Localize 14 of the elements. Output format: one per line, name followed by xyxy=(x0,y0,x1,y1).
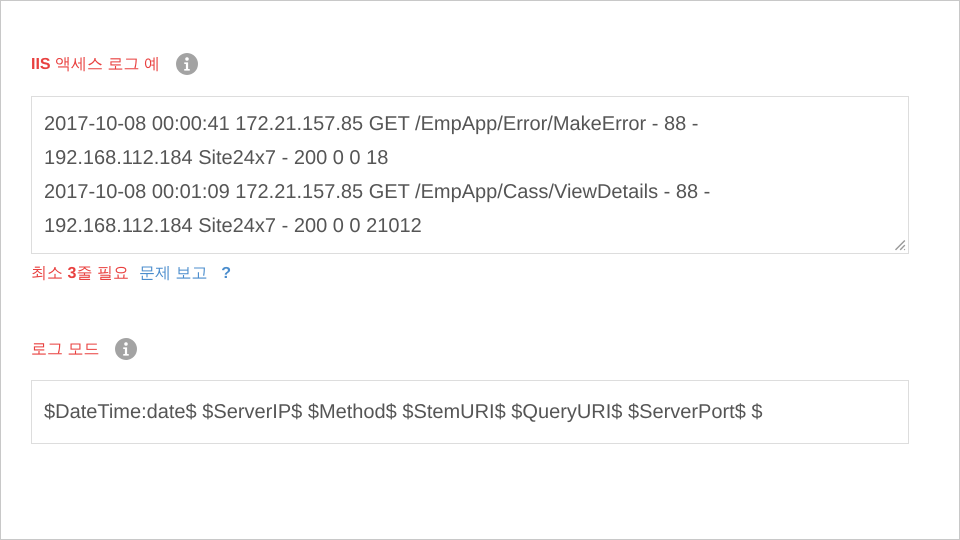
help-link[interactable]: ? xyxy=(221,264,232,282)
field-label: IIS 액세스 로그 예 xyxy=(31,54,160,74)
field-label: 로그 모드 xyxy=(31,340,100,360)
hint-text: 최소 3줄 필요 xyxy=(31,264,129,284)
info-icon[interactable] xyxy=(115,338,138,360)
log-line: 192.168.112.184 Site24x7 - 200 0 0 21012 xyxy=(44,214,423,239)
log-line: 2017-10-08 00:01:09 172.21.157.85 GET /EmpApp/Cass/ViewDetails - 88 - xyxy=(44,180,712,205)
info-icon[interactable] xyxy=(176,53,198,75)
log-mode-field[interactable]: $DateTime:date$ $ServerIP$ $Method$ $StemURI$ $QueryURI$ $ServerPort$ $ xyxy=(31,380,909,444)
log-line: 192.168.112.184 Site24x7 - 200 0 0 18 xyxy=(44,146,390,171)
report-link[interactable]: 문제 보고 xyxy=(138,263,208,284)
log-text-area[interactable] xyxy=(31,96,909,254)
log-line: 2017-10-08 00:00:41 172.21.157.85 GET /EmpApp/Error/MakeError - 88 - xyxy=(44,112,700,137)
resize-grip-icon[interactable] xyxy=(892,237,906,251)
